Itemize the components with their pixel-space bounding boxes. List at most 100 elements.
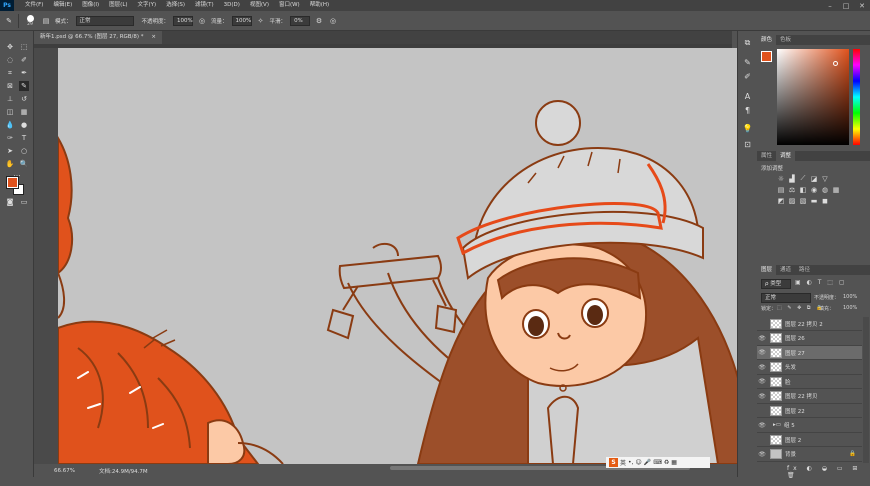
emoji-icon[interactable]: ☺ (635, 459, 641, 466)
layer-filter-icons[interactable]: ▣ ◐ T ⬚ ▢ (795, 279, 847, 286)
layer-name[interactable]: 背景 (785, 450, 796, 458)
menu-item-6[interactable]: 滤镜(T) (190, 0, 219, 11)
smoothing-settings-gear-icon[interactable]: ⚙ (314, 16, 324, 26)
quick-mask-icon[interactable]: ◙ (5, 197, 15, 207)
ime-toolbar[interactable]: S 英 •, ☺ 🎤 ⌨ ♻ ▦ (606, 457, 710, 468)
layer-name[interactable]: 图层 22 拷贝 2 (785, 320, 823, 328)
zoom-tool-icon[interactable]: 🔍 (19, 159, 29, 169)
layer-row[interactable]: 👁 图层 27 (757, 346, 862, 360)
menu-item-10[interactable]: 帮助(H) (305, 0, 334, 11)
move-tool-icon[interactable]: ✥ (5, 42, 15, 52)
color-balance-icon[interactable]: ⚖ (788, 186, 796, 194)
history-brush-tool-icon[interactable]: ↺ (19, 94, 29, 104)
folder-icon[interactable]: ▸▭ (773, 422, 781, 428)
visibility-eye-icon[interactable]: 👁 (757, 451, 767, 458)
ellipse-tool-icon[interactable]: ○ (19, 146, 29, 156)
tab-swatches[interactable]: 色板 (776, 35, 795, 45)
zoom-level[interactable]: 66.67% (54, 468, 75, 474)
brightness-icon[interactable]: ☼ (777, 175, 785, 183)
canvas-area[interactable] (34, 44, 738, 464)
crop-tool-icon[interactable]: ⌗ (5, 68, 15, 78)
layer-name[interactable]: 图层 27 (785, 349, 805, 357)
layer-opacity-value[interactable]: 100% (843, 294, 857, 300)
posterize-icon[interactable]: ▨ (788, 197, 796, 205)
eyedropper-tool-icon[interactable]: ✒ (19, 68, 29, 78)
menu-item-4[interactable]: 文字(Y) (133, 0, 162, 11)
history-panel-icon[interactable]: ⧉ (742, 37, 753, 48)
blur-tool-icon[interactable]: 💧 (5, 120, 15, 130)
layer-name[interactable]: 图层 22 (785, 407, 805, 415)
tab-channels[interactable]: 通道 (776, 265, 795, 275)
exposure-icon[interactable]: ◪ (810, 175, 818, 183)
tab-layers[interactable]: 图层 (757, 265, 777, 275)
tab-color[interactable]: 颜色 (757, 35, 777, 45)
layer-name[interactable]: 图层 26 (785, 334, 805, 342)
menu-item-0[interactable]: 文件(F) (20, 0, 48, 11)
menu-item-3[interactable]: 图层(L) (104, 0, 132, 11)
threshold-icon[interactable]: ▧ (799, 197, 807, 205)
dodge-tool-icon[interactable]: ● (19, 120, 29, 130)
menu-item-5[interactable]: 选择(S) (161, 0, 190, 11)
lock-icons[interactable]: ⬚ ✎ ✥ ⧉ 🔒 (777, 305, 824, 311)
layer-row[interactable]: 图层 22 拷贝 2 (757, 317, 862, 331)
ime-mode-toggle[interactable]: 英 (620, 458, 626, 467)
black-white-icon[interactable]: ◧ (799, 186, 807, 194)
foreground-color-swatch[interactable] (761, 51, 772, 62)
blend-mode-select[interactable]: 正常 (761, 293, 811, 303)
maximize-button[interactable]: □ (838, 0, 854, 11)
brushes-icon[interactable]: ✐ (742, 71, 753, 82)
fill-value[interactable]: 100% (843, 305, 857, 311)
vibrance-icon[interactable]: ▽ (821, 175, 829, 183)
minimize-button[interactable]: – (822, 0, 838, 11)
visibility-eye-icon[interactable]: 👁 (757, 349, 767, 356)
layer-row[interactable]: 👁 图层 22 拷贝 (757, 390, 862, 404)
brush-tool-icon[interactable]: ✎ (4, 16, 14, 26)
layer-row[interactable]: 👁 脸 (757, 375, 862, 389)
curves-icon[interactable]: ⟋ (799, 174, 807, 182)
marquee-tool-icon[interactable]: ⬚ (19, 42, 29, 52)
tab-paths[interactable]: 路径 (795, 265, 814, 275)
toolbox-icon[interactable]: ▦ (671, 459, 677, 466)
menu-item-8[interactable]: 视图(V) (245, 0, 274, 11)
stamp-tool-icon[interactable]: ⊥ (5, 94, 15, 104)
invert-icon[interactable]: ◩ (777, 197, 785, 205)
hand-tool-icon[interactable]: ✋ (5, 159, 15, 169)
pen-tool-icon[interactable]: ✑ (5, 133, 15, 143)
layer-name[interactable]: 脸 (785, 378, 791, 386)
voice-icon[interactable]: 🎤 (644, 459, 651, 466)
screen-mode-icon[interactable]: ▭ (19, 197, 29, 207)
brush-settings-icon[interactable]: ✎ (742, 57, 753, 68)
document-tab[interactable]: 新年1.psd @ 66.7% (图层 27, RGB/8) * × (34, 31, 162, 44)
skin-icon[interactable]: ♻ (664, 459, 669, 466)
menu-item-9[interactable]: 窗口(W) (274, 0, 305, 11)
color-picker-cursor[interactable] (833, 61, 838, 66)
tab-adjustments[interactable]: 调整 (776, 151, 796, 161)
close-window-button[interactable]: ✕ (854, 0, 870, 11)
visibility-eye-icon[interactable]: 👁 (757, 378, 767, 385)
layer-name[interactable]: 图层 2 (785, 436, 801, 444)
layer-row[interactable]: 图层 2 (757, 433, 862, 447)
channel-mixer-icon[interactable]: ◍ (821, 186, 829, 194)
gradient-tool-icon[interactable]: ▦ (19, 107, 29, 117)
airbrush-icon[interactable]: ✧ (256, 16, 266, 26)
visibility-eye-icon[interactable]: 👁 (757, 393, 767, 400)
tab-properties[interactable]: 属性 (757, 151, 776, 161)
layer-row[interactable]: 👁 图层 26 (757, 332, 862, 346)
layer-kind-filter[interactable]: ρ 类型 (761, 279, 791, 289)
layer-name[interactable]: 头发 (785, 363, 796, 371)
menu-item-2[interactable]: 图像(I) (77, 0, 104, 11)
frame-tool-icon[interactable]: ⊠ (5, 81, 15, 91)
layer-row[interactable]: 👁 ▸▭ 组 5 (757, 419, 862, 433)
lasso-tool-icon[interactable]: ◌ (5, 55, 15, 65)
keyboard-icon[interactable]: ⌨ (653, 459, 662, 466)
brush-preset-picker[interactable]: 29 (23, 14, 37, 27)
path-select-tool-icon[interactable]: ➤ (5, 146, 15, 156)
color-picker-field[interactable] (777, 49, 849, 145)
photo-filter-icon[interactable]: ◉ (810, 186, 818, 194)
layers-scrollbar[interactable] (863, 317, 869, 463)
document-size-info[interactable]: 文档:24.9M/94.7M (99, 467, 148, 475)
learn-panel-icon[interactable]: 💡 (742, 123, 753, 134)
libraries-panel-icon[interactable]: ⊡ (742, 139, 753, 150)
flow-field[interactable]: 100% (231, 15, 252, 26)
pressure-size-icon[interactable]: ◎ (328, 16, 338, 26)
